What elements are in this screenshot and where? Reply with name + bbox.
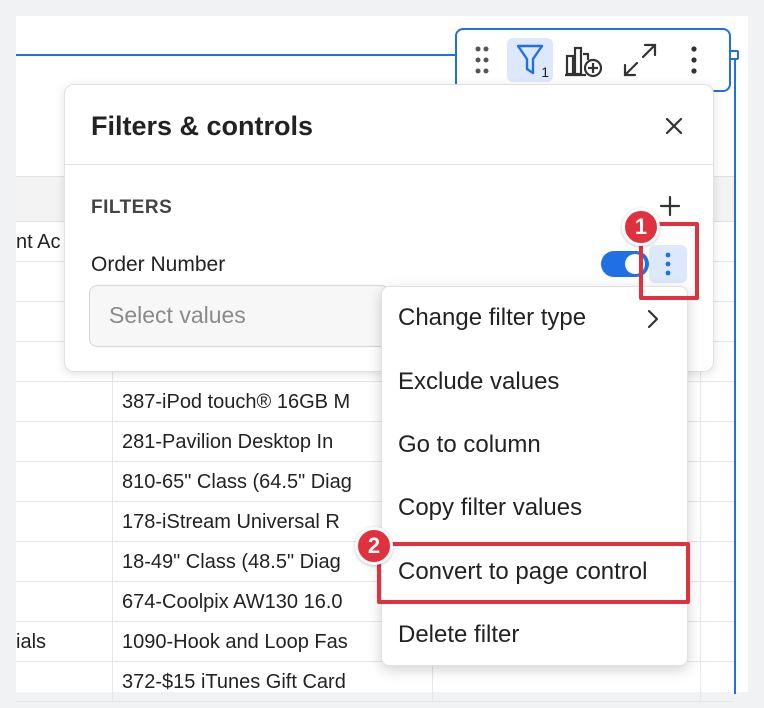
table-cell xyxy=(16,502,113,541)
select-values-input[interactable]: Select values xyxy=(89,285,389,347)
menu-item-label: Exclude values xyxy=(398,368,560,395)
step-marker-2: 2 xyxy=(355,527,393,565)
menu-item-label: Copy filter values xyxy=(398,494,583,521)
chevron-right-icon xyxy=(647,309,659,329)
divider xyxy=(65,164,713,165)
menu-item-copy-filter-values[interactable]: Copy filter values xyxy=(382,479,687,539)
add-chart-icon[interactable] xyxy=(561,40,607,80)
highlight-box-step-2 xyxy=(377,542,690,604)
product-cell: 372-$15 iTunes Gift Card xyxy=(113,662,433,701)
filter-context-menu: Change filter type Exclude values Go to … xyxy=(381,286,688,666)
close-icon[interactable] xyxy=(659,111,689,141)
table-cell xyxy=(16,662,113,701)
filter-name-label: Order Number xyxy=(91,253,226,276)
menu-item-label: Go to column xyxy=(398,431,541,458)
table-cell xyxy=(16,542,113,581)
add-filter-icon[interactable] xyxy=(655,191,685,221)
menu-item-label: Change filter type xyxy=(398,304,587,331)
drag-grip-icon[interactable] xyxy=(471,40,493,80)
menu-item-exclude-values[interactable]: Exclude values xyxy=(382,353,687,413)
table-cell: ials xyxy=(16,622,113,661)
table-cell xyxy=(16,462,113,501)
filter-count-badge: 1 xyxy=(541,64,549,80)
element-selection-border-right xyxy=(734,54,736,694)
table-cell xyxy=(16,582,113,621)
menu-item-go-to-column[interactable]: Go to column xyxy=(382,416,687,476)
filter-button[interactable]: 1 xyxy=(507,38,553,82)
expand-icon[interactable] xyxy=(617,40,663,80)
table-cell xyxy=(433,662,701,701)
table-row: 372-$15 iTunes Gift Card xyxy=(16,662,734,702)
element-toolbar: 1 xyxy=(455,28,731,92)
panel-title: Filters & controls xyxy=(91,111,314,141)
table-cell xyxy=(16,382,113,421)
filters-section-label: FILTERS xyxy=(91,197,173,218)
menu-item-delete-filter[interactable]: Delete filter xyxy=(382,606,687,666)
table-cell xyxy=(16,422,113,461)
step-marker-1: 1 xyxy=(622,208,660,246)
more-vertical-icon[interactable] xyxy=(679,40,709,80)
menu-item-label: Delete filter xyxy=(398,621,520,648)
